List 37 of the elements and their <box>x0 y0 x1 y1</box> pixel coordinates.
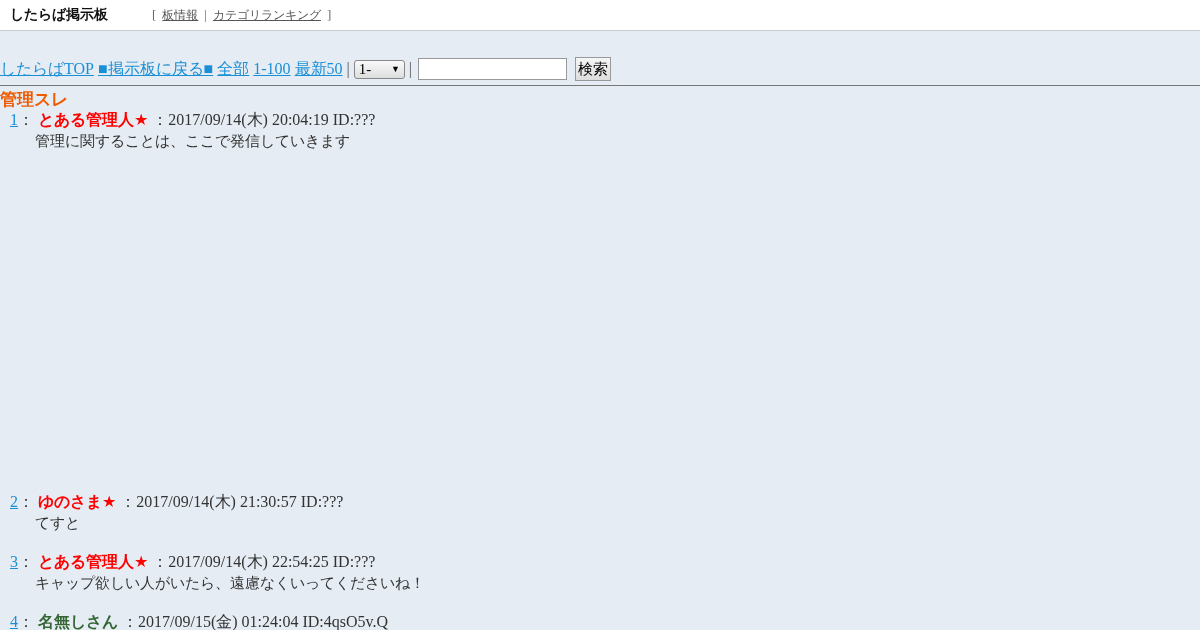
separator-text: | <box>204 7 207 23</box>
post-number-link[interactable]: 4 <box>10 612 18 630</box>
bracket-text: [ <box>152 7 157 23</box>
post-number-link[interactable]: 1 <box>10 110 18 130</box>
caret-icon: ▼ <box>390 64 400 74</box>
post-meta: ：2017/09/14(木) 22:54:25 ID:??? <box>152 552 376 572</box>
site-logo[interactable]: したらば掲示板 <box>10 6 152 24</box>
post-number-link[interactable]: 3 <box>10 552 18 572</box>
colon-text: ： <box>18 552 34 572</box>
nav-link[interactable]: ■掲示板に戻る■ <box>97 58 214 80</box>
colon-text: ： <box>18 110 34 130</box>
nav-link[interactable]: 最新50 <box>294 58 343 80</box>
thread-title: 管理スレ <box>0 88 69 110</box>
post-body: てすと <box>34 513 81 534</box>
search-button[interactable]: 検索 <box>575 57 611 81</box>
range-select[interactable]: 1- ▼ <box>353 59 405 79</box>
poster-name: とある管理人★ <box>38 110 149 130</box>
separator-text: | <box>346 60 350 78</box>
poster-name: 名無しさん <box>38 612 118 630</box>
search-field[interactable] <box>418 58 567 80</box>
nav-link[interactable]: 1-100 <box>253 60 291 78</box>
header-link[interactable]: 板情報 <box>162 6 199 24</box>
post-meta: ：2017/09/14(木) 20:04:19 ID:??? <box>152 110 376 130</box>
nav-link[interactable]: したらばTOP <box>0 58 94 80</box>
post-meta: ：2017/09/15(金) 01:24:04 ID:4qsO5v.Q <box>122 612 389 630</box>
colon-text: ： <box>18 492 34 512</box>
nav-link[interactable]: 全部 <box>217 58 250 80</box>
post-body: 管理に関することは、ここで発信していきます <box>34 131 351 152</box>
bracket-text: ] <box>326 7 332 23</box>
post-meta: ：2017/09/14(木) 21:30:57 ID:??? <box>120 492 344 512</box>
colon-text: ： <box>18 612 34 630</box>
poster-name: ゆのさま★ <box>38 492 117 512</box>
separator-text: | <box>408 60 412 78</box>
post-body: キャップ欲しい人がいたら、遠慮なくいってくださいね！ <box>34 573 426 594</box>
post-number-link[interactable]: 2 <box>10 492 18 512</box>
poster-name: とある管理人★ <box>38 552 149 572</box>
header-link[interactable]: カテゴリランキング <box>212 6 321 24</box>
